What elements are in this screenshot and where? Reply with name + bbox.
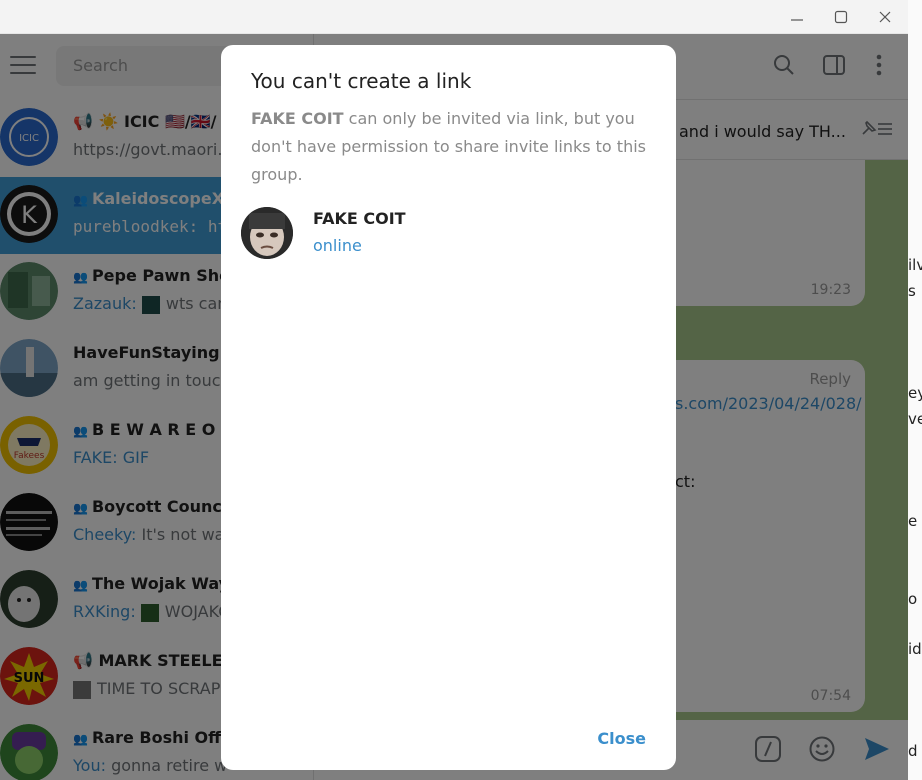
background-text: e c — [908, 512, 922, 530]
maximize-icon — [834, 10, 848, 24]
dialog-message: FAKE COIT can only be invited via link, … — [251, 109, 646, 184]
user-avatar[interactable] — [241, 207, 293, 259]
window-titlebar — [0, 0, 908, 34]
background-text: ey — [908, 384, 922, 402]
minimize-icon — [791, 19, 803, 21]
dialog-title: You can't create a link — [251, 69, 472, 93]
user-status: online — [313, 236, 362, 255]
maximize-button[interactable] — [829, 6, 853, 28]
close-icon — [879, 11, 891, 23]
background-text: ve — [908, 410, 922, 428]
background-text: s — [908, 282, 916, 300]
close-window-button[interactable] — [873, 6, 897, 28]
minimize-button[interactable] — [785, 6, 809, 28]
background-window: ilv s ey ve e c o id d — [908, 0, 922, 780]
close-button[interactable]: Close — [597, 729, 646, 748]
background-text: id — [908, 640, 922, 658]
dialog-group-name: FAKE COIT — [251, 109, 344, 128]
user-name: FAKE COIT — [313, 209, 406, 228]
background-text: d — [908, 742, 918, 760]
background-text: o — [908, 590, 918, 608]
background-text: ilv — [908, 256, 922, 274]
cannot-create-link-dialog: You can't create a link FAKE COIT can on… — [221, 45, 676, 770]
